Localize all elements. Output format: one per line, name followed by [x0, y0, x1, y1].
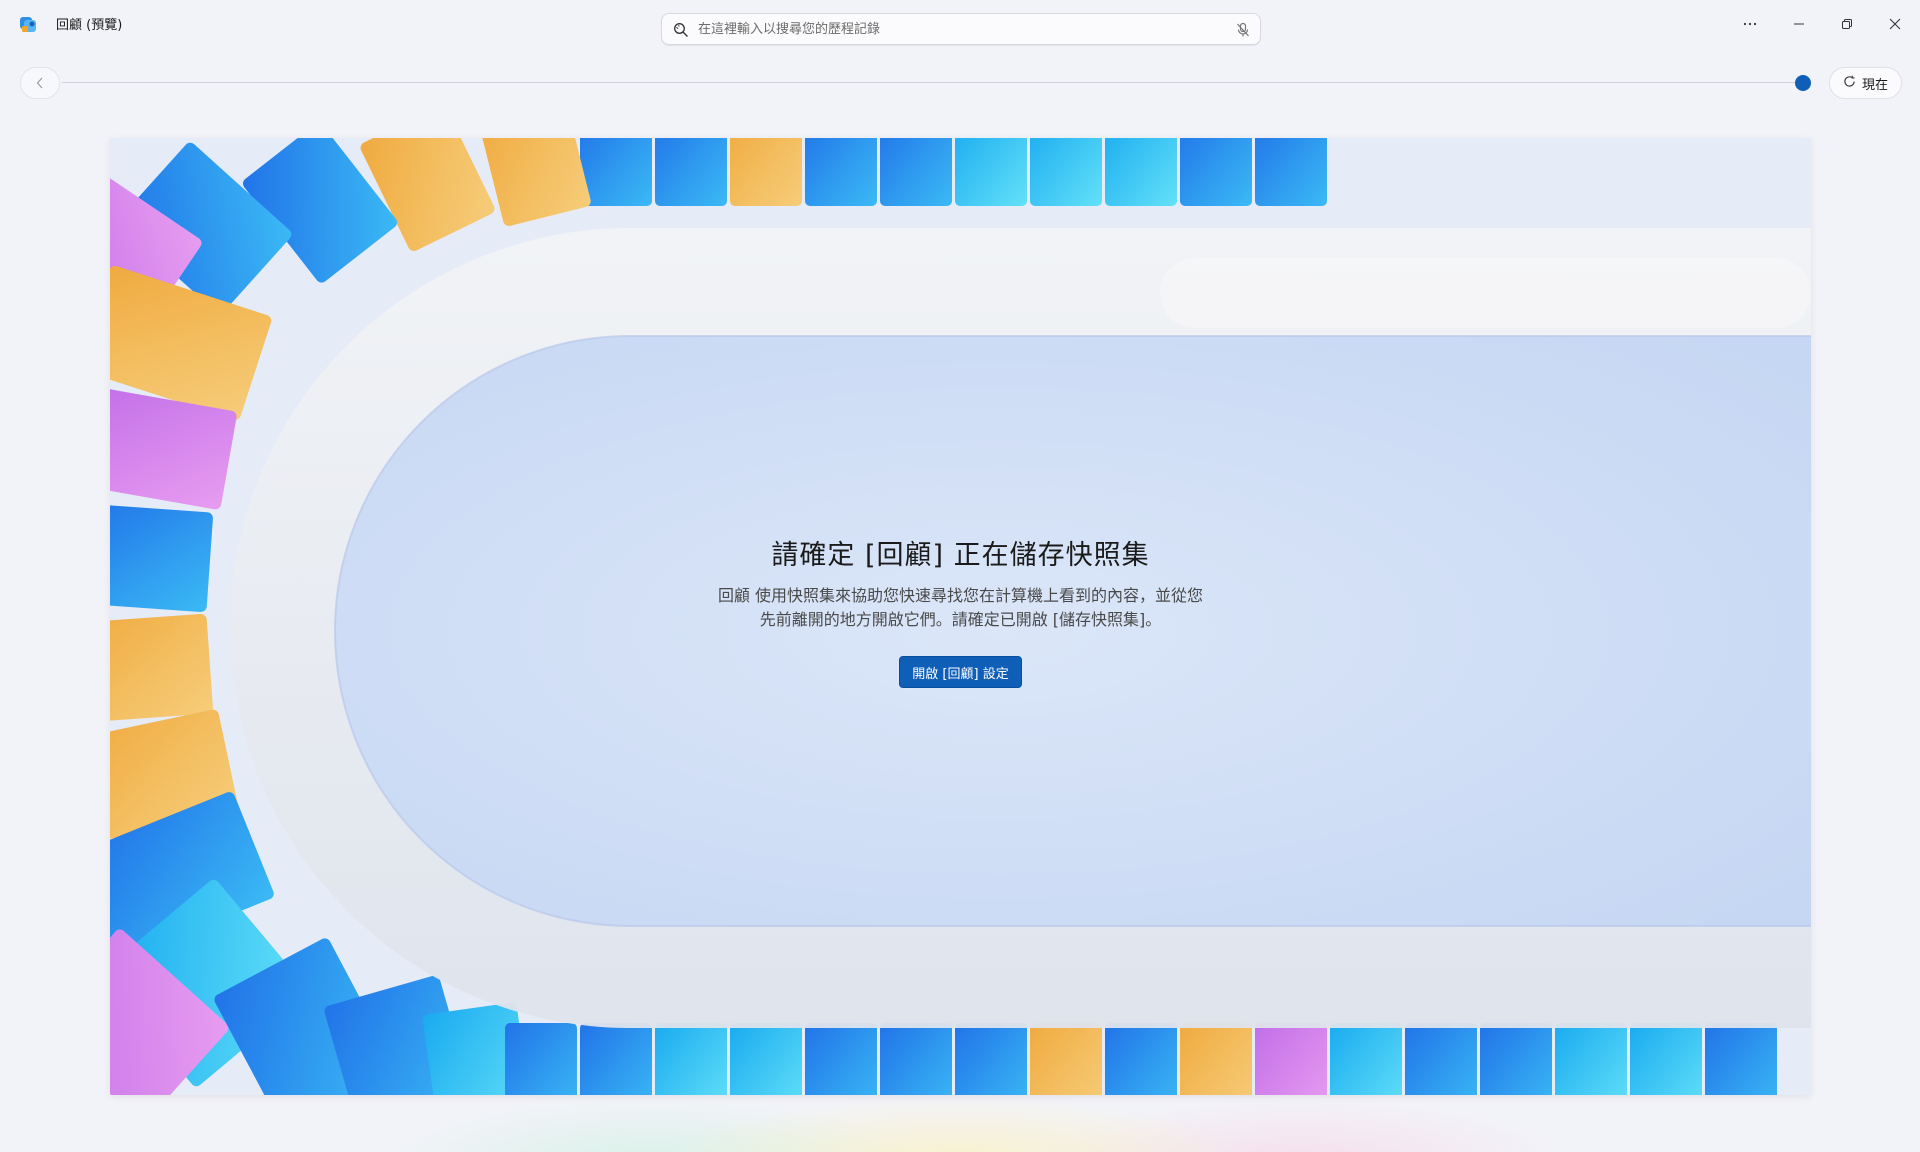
- hero-title: 請確定 [回顧] 正在儲存快照集: [771, 540, 1150, 571]
- hero-content: 請確定 [回顧] 正在儲存快照集 回顧 使用快照集來協助您快速尋找您在計算機上看…: [110, 533, 1811, 688]
- minimize-button[interactable]: [1776, 4, 1822, 44]
- close-icon: [1889, 18, 1901, 30]
- now-button[interactable]: 現在: [1829, 67, 1902, 99]
- restore-button[interactable]: [1824, 4, 1870, 44]
- search-icon: [672, 21, 690, 39]
- open-recall-settings-button[interactable]: 開啟 [回顧] 設定: [899, 656, 1022, 688]
- chevron-left-icon: [36, 74, 44, 93]
- refresh-icon: [1843, 75, 1856, 92]
- now-button-label: 現在: [1861, 77, 1888, 93]
- restore-icon: [1841, 18, 1853, 30]
- timeline-back-button[interactable]: [20, 67, 60, 99]
- minimize-icon: [1793, 23, 1805, 25]
- recall-app-icon: [19, 15, 37, 33]
- close-button[interactable]: [1872, 4, 1918, 44]
- title-bar: 回顧 (預覽): [0, 0, 1920, 50]
- timeline-track[interactable]: [62, 82, 1802, 83]
- timeline-position-handle[interactable]: [1795, 75, 1811, 91]
- search-input[interactable]: [698, 18, 1218, 40]
- hero-description: 回顧 使用快照集來協助您快速尋找您在計算機上看到的內容，並從您先前離開的地方開啟…: [717, 586, 1204, 629]
- hero-panel: 請確定 [回顧] 正在儲存快照集 回顧 使用快照集來協助您快速尋找您在計算機上看…: [110, 138, 1811, 1095]
- recall-window: 回顧 (預覽) 在這裡輸入以搜尋您的歷程記錄 現在 請確定 [回顧] 正在儲存快…: [0, 0, 1920, 1152]
- more-icon: [1743, 22, 1757, 26]
- microphone-off-icon[interactable]: [1234, 21, 1252, 39]
- app-title: 回顧 (預覽): [56, 18, 123, 33]
- more-options-button[interactable]: [1727, 4, 1773, 44]
- search-box[interactable]: [661, 13, 1261, 45]
